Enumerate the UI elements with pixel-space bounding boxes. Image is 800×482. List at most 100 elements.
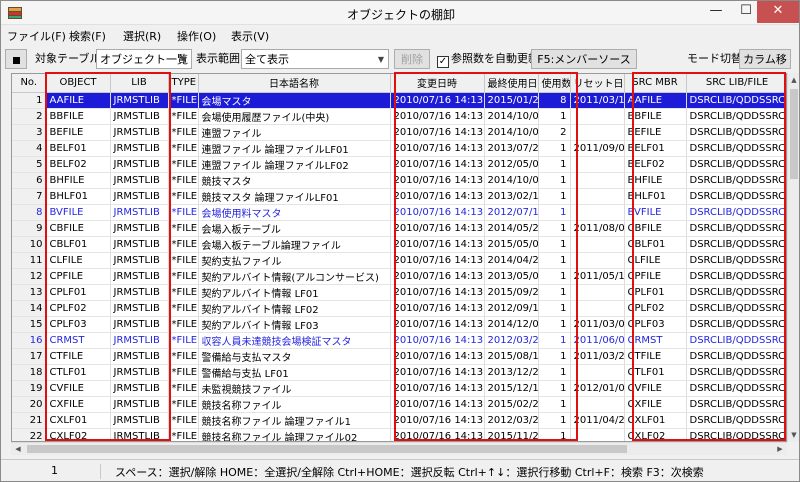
row-lib: JRMSTLIB [110, 284, 169, 301]
row-lib: JRMSTLIB [110, 364, 169, 381]
row-src-lib: DSRCLIB/QDDSSRC [686, 236, 786, 253]
row-changed: 2010/07/16 14:13:22 [390, 396, 485, 413]
row-src-lib: DSRCLIB/QDDSSRC [686, 348, 786, 365]
table-row[interactable]: 6 BHFILE JRMSTLIB *FILE 競技マスタ 2010/07/16 14:1… [12, 172, 786, 189]
row-object: CXLF01 [46, 412, 111, 429]
menu-search[interactable]: 検索(F) [69, 28, 106, 44]
row-type: *FILE [168, 92, 199, 109]
row-lib: JRMSTLIB [110, 172, 169, 189]
table-row[interactable]: 21 CXLF01 JRMSTLIB *FILE 競技名称ファイル 論理ファイル1 201… [12, 412, 786, 429]
table-row[interactable]: 16 CRMST JRMSTLIB *FILE 収容人員未達競技会場検証マスタ 2010/… [12, 332, 786, 349]
mode-toggle-button[interactable]: モード切替 [687, 49, 742, 69]
row-src-lib: DSRCLIB/QDDSSRC [686, 268, 786, 285]
row-name: 契約アルバイト情報 LF01 [198, 284, 391, 301]
col-header-reset[interactable]: リセット日 [570, 74, 625, 93]
table-row[interactable]: 8 BVFILE JRMSTLIB *FILE 会場使用料マスタ 2010/07/16 1… [12, 204, 786, 221]
row-name: 連盟ファイル 論理ファイルLF02 [198, 156, 391, 173]
table-row[interactable]: 11 CLFILE JRMSTLIB *FILE 契約支払ファイル 2010/07/16 … [12, 252, 786, 269]
row-type: *FILE [168, 236, 199, 253]
stop-button[interactable] [5, 49, 27, 69]
table-row[interactable]: 14 CPLF02 JRMSTLIB *FILE 契約アルバイト情報 LF02 2010/… [12, 300, 786, 317]
col-header-lib[interactable]: LIB [110, 74, 169, 93]
menu-view[interactable]: 表示(V) [231, 28, 269, 44]
row-last-used: 2012/09/19 [484, 300, 539, 317]
col-header-count[interactable]: 使用数 [538, 74, 571, 93]
col-header-src-lib[interactable]: SRC LIB/FILE [686, 74, 786, 93]
minimize-button[interactable]: — [701, 1, 731, 23]
horizontal-scrollbar[interactable]: ◀ ▶ [11, 442, 787, 455]
row-type: *FILE [168, 108, 199, 125]
scroll-down-icon[interactable]: ▼ [788, 428, 800, 442]
vertical-scroll-thumb[interactable] [790, 89, 798, 179]
row-object: CPLF02 [46, 300, 111, 317]
vertical-scrollbar[interactable]: ▲ ▼ [787, 73, 799, 442]
table-row[interactable]: 2 BBFILE JRMSTLIB *FILE 会場使用履歴ファイル(中央) 2010/0… [12, 108, 786, 125]
table-row[interactable]: 13 CPLF01 JRMSTLIB *FILE 契約アルバイト情報 LF01 2010/… [12, 284, 786, 301]
row-changed: 2010/07/16 14:13:22 [390, 268, 485, 285]
table-row[interactable]: 10 CBLF01 JRMSTLIB *FILE 会場入板テーブル論理ファイル 2010/… [12, 236, 786, 253]
row-last-used: 2014/10/07 [484, 124, 539, 141]
table-row[interactable]: 9 CBFILE JRMSTLIB *FILE 会場入板テーブル 2010/07/16 1… [12, 220, 786, 237]
table-row[interactable]: 15 CPLF03 JRMSTLIB *FILE 契約アルバイト情報 LF03 2010/… [12, 316, 786, 333]
table-row[interactable]: 5 BELF02 JRMSTLIB *FILE 連盟ファイル 論理ファイルLF02 201… [12, 156, 786, 173]
menu-select[interactable]: 選択(R) [123, 28, 161, 44]
row-no: 17 [12, 348, 47, 365]
col-header-name[interactable]: 日本語名称 [198, 74, 391, 93]
table-row[interactable]: 18 CTLF01 JRMSTLIB *FILE 警備給与支払 LF01 2010/07/… [12, 364, 786, 381]
table-row[interactable]: 3 BEFILE JRMSTLIB *FILE 連盟ファイル 2010/07/16 14:… [12, 124, 786, 141]
member-source-button[interactable]: F5:メンバーソースの選択 [531, 49, 637, 86]
col-header-last-used[interactable]: 最終使用日 [484, 74, 539, 93]
row-src-mbr: CPFILE [624, 268, 687, 285]
table-row[interactable]: 20 CXFILE JRMSTLIB *FILE 競技名称ファイル 2010/07/16 … [12, 396, 786, 413]
menu-operation[interactable]: 操作(O) [177, 28, 216, 44]
row-object: BBFILE [46, 108, 111, 125]
auto-update-checkbox[interactable]: ✓ 参照数を自動更新 [437, 49, 539, 69]
table-row[interactable]: 17 CTFILE JRMSTLIB *FILE 警備給与支払マスタ 2010/07/16… [12, 348, 786, 365]
table-row[interactable]: 4 BELF01 JRMSTLIB *FILE 連盟ファイル 論理ファイルLF01 201… [12, 140, 786, 157]
col-header-type[interactable]: TYPE [168, 74, 199, 93]
row-no: 2 [12, 108, 47, 125]
row-object: CTLF01 [46, 364, 111, 381]
table-row[interactable]: 1 AAFILE JRMSTLIB *FILE 会場マスタ 2010/07/16 14:1… [12, 92, 786, 109]
row-last-used: 2014/10/05 [484, 108, 539, 125]
row-last-used: 2015/12/11 [484, 380, 539, 397]
table-row[interactable]: 19 CVFILE JRMSTLIB *FILE 未監視競技ファイル 2010/07/16… [12, 380, 786, 397]
row-count: 1 [538, 108, 571, 125]
column-move-button[interactable]: カラム移動 [739, 49, 791, 86]
col-header-src-mbr[interactable]: SRC MBR [624, 74, 687, 93]
row-name: 会場入板テーブル論理ファイル [198, 236, 391, 253]
range-select[interactable]: 全て表示 ▼ [241, 49, 389, 69]
table-row[interactable]: 7 BHLF01 JRMSTLIB *FILE 競技マスタ 論理ファイルLF01 2010… [12, 188, 786, 205]
table-row[interactable]: 12 CPFILE JRMSTLIB *FILE 契約アルバイト情報(アルコンサービス)… [12, 268, 786, 285]
table-row[interactable]: 22 CXLF02 JRMSTLIB *FILE 競技名称ファイル 論理ファイル02 20… [12, 428, 786, 441]
title-bar: オブジェクトの棚卸 — ☐ ✕ [1, 1, 799, 25]
row-type: *FILE [168, 204, 199, 221]
target-table-select[interactable]: オブジェクト一覧 ▼ [96, 49, 192, 69]
row-src-mbr: CLFILE [624, 252, 687, 269]
delete-button[interactable]: 削除 [394, 49, 430, 69]
row-reset: 2011/06/05 [570, 332, 625, 349]
row-changed: 2010/07/16 14:13:22 [390, 172, 485, 189]
row-count: 1 [538, 252, 571, 269]
row-reset [570, 172, 625, 189]
row-no: 1 [12, 92, 47, 109]
scroll-left-icon[interactable]: ◀ [11, 443, 25, 456]
col-header-no[interactable]: No. [12, 74, 47, 93]
col-header-changed[interactable]: 変更日時 [390, 74, 485, 93]
scroll-right-icon[interactable]: ▶ [773, 443, 787, 456]
row-reset [570, 204, 625, 221]
close-button[interactable]: ✕ [757, 1, 799, 23]
menu-file[interactable]: ファイル(F) [7, 28, 66, 44]
row-count: 1 [538, 220, 571, 237]
row-changed: 2010/07/16 14:13:22 [390, 364, 485, 381]
row-src-lib: DSRCLIB/QDDSSRC [686, 380, 786, 397]
col-header-object[interactable]: OBJECT [46, 74, 111, 93]
horizontal-scroll-thumb[interactable] [27, 445, 627, 453]
target-table-value: オブジェクト一覧 [100, 53, 188, 66]
row-src-mbr: BELF01 [624, 140, 687, 157]
row-reset: 2011/09/02 [570, 140, 625, 157]
row-no: 19 [12, 380, 47, 397]
row-type: *FILE [168, 172, 199, 189]
scroll-up-icon[interactable]: ▲ [788, 73, 800, 87]
row-no: 18 [12, 364, 47, 381]
